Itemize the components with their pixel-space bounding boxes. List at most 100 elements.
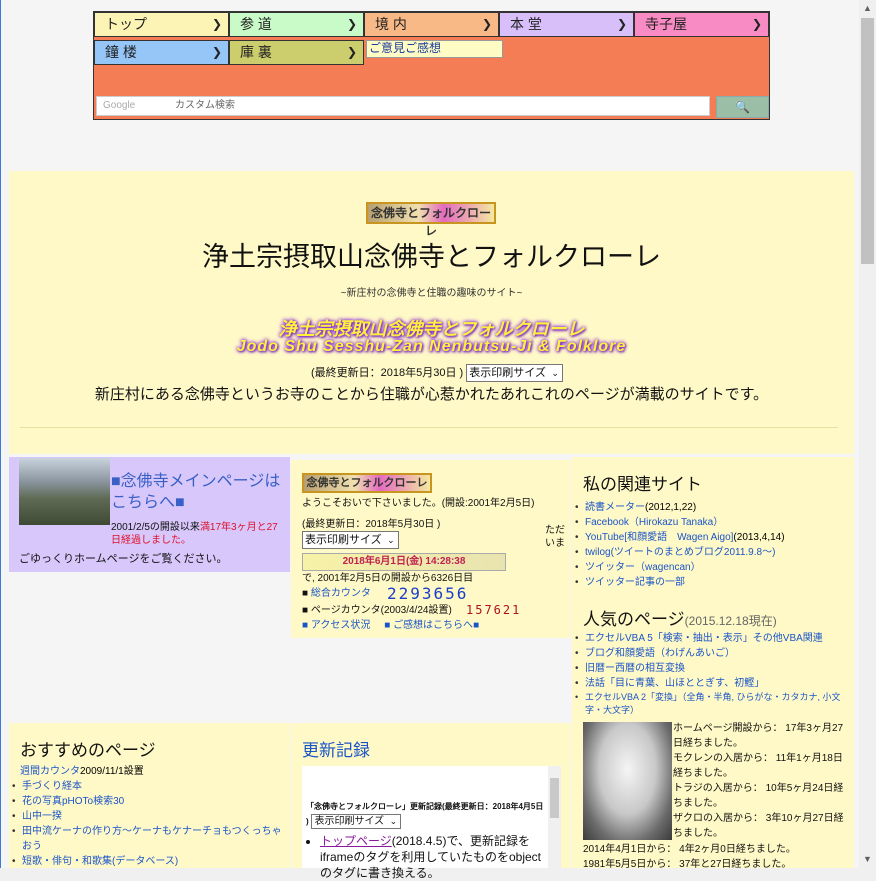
print-size-select[interactable]: 表示印刷サイズ ⌄ — [302, 531, 399, 549]
popular-pages-title: 人気のページ(2015.12.18現在) — [583, 605, 777, 630]
recommended-link[interactable]: 山中一揆 — [22, 811, 62, 822]
recommended-list: 週間カウンタ2009/11/1設置 手づくり経本 花の写真pHOTo検索30 山… — [12, 764, 285, 869]
welcome-text: ごゆっくりホームページをご覧ください。 — [19, 553, 228, 565]
list-item: ツイッター（wagencan） — [574, 560, 852, 575]
current-datetime: 2018年6月1日(金) 14:28:38 — [302, 553, 506, 571]
counter-updated: (最終更新日：2018年5月30日 ) 表示印刷サイズ ⌄ — [302, 518, 532, 549]
print-size-value: 表示印刷サイズ — [305, 534, 382, 546]
popular-title-text: 人気のページ — [583, 610, 685, 629]
last-updated-text: (最終更新日：2018年5月30日 ) — [311, 367, 464, 379]
chevron-down-icon: ❯ — [346, 17, 357, 31]
list-item: 花の写真pHOTo検索30 — [11, 794, 285, 809]
elapsed-line: ザクロの入居から： 3年10ヶ月27日経ちました。 — [673, 813, 844, 839]
related-sites-list: 読書メーター(2012,1,22) Facebook（Hirokazu Tana… — [574, 500, 852, 590]
main-page-link[interactable]: ■念佛寺メインページはこちらへ■ — [111, 471, 286, 513]
recommended-link[interactable]: 手づくり経本 — [22, 781, 82, 792]
search-button[interactable]: 🔍 — [716, 96, 769, 118]
access-status-link[interactable]: アクセス状況 — [311, 620, 371, 631]
nav-select-sando[interactable]: 参 道 ❯ — [229, 12, 364, 37]
update-entry: トップページ(2018.4.5)で、更新記録をiframeのタグを利用していたも… — [320, 833, 546, 881]
google-logo: Google — [103, 100, 136, 111]
popular-link[interactable]: 旧暦ー西暦の相互変換 — [585, 663, 685, 674]
page-scroll-thumb[interactable] — [861, 18, 874, 264]
list-item: 短歌・俳句・和歌集(データベース) — [11, 854, 285, 869]
nav-select-terakoya[interactable]: 寺子屋 ❯ — [634, 12, 769, 37]
divider — [20, 427, 838, 428]
last-updated: (最終更新日：2018年5月30日 ) 表示印刷サイズ ⌄ — [311, 364, 563, 383]
print-size-value: 表示印刷サイズ — [469, 367, 546, 380]
page-subtitle: ~新庄村の念佛寺と住職の趣味のサイト~ — [340, 288, 523, 299]
related-link[interactable]: Facebook（Hirokazu Tanaka） — [585, 517, 723, 528]
feedback-link[interactable]: ご意見ご感想 — [366, 40, 503, 58]
chevron-down-icon: ⌄ — [389, 816, 398, 826]
nav-select-shoro[interactable]: 鐘 楼 ❯ — [94, 40, 229, 65]
total-counter-link[interactable]: 総合カウンタ — [311, 588, 371, 599]
nav-label: 本 堂 — [510, 16, 542, 32]
update-log-scroll-thumb[interactable] — [550, 778, 559, 818]
related-sites-title: 私の関連サイト — [583, 475, 702, 494]
recommended-link[interactable]: 週間カウンタ — [20, 766, 80, 777]
related-link[interactable]: 読書メーター — [585, 502, 645, 513]
chevron-down-icon: ❯ — [751, 17, 762, 31]
popular-link[interactable]: ブログ和顔愛語（わげんあいご） — [585, 648, 735, 659]
nav-label: 鐘 楼 — [105, 44, 137, 60]
nav-label: 参 道 — [240, 16, 272, 32]
recommended-link[interactable]: 花の写真pHOTo検索30 — [22, 796, 124, 807]
nav-select-kuri[interactable]: 庫 裏 ❯ — [229, 40, 364, 65]
recommended-link[interactable]: 田中流ケーナの作り方～ケーナもケナーチョもつくっちゃおう — [22, 826, 282, 852]
counter-tail: ただいま — [545, 525, 565, 549]
popular-link[interactable]: エクセルVBA 5「検索・抽出・表示」その他VBA関連 — [585, 633, 823, 644]
update-list: トップページ(2018.4.5)で、更新記録をiframeのタグを利用していたも… — [306, 833, 546, 881]
nav-select-top[interactable]: トップ ❯ — [94, 12, 229, 37]
nav-menu: トップ ❯ 参 道 ❯ 境 内 ❯ 本 堂 ❯ 寺子屋 ❯ 鐘 楼 ❯ 庫 裏 ❯ ご意見ご感… — [93, 11, 770, 120]
popular-link[interactable]: エクセルVBA 2「変換」（全角・半角, ひらがな・カタカナ, 小文字・大文字） — [585, 692, 841, 715]
related-link[interactable]: ツイッター（wagencan） — [585, 562, 701, 573]
update-log-title[interactable]: 更新記録 — [302, 736, 370, 761]
nav-select-keidai[interactable]: 境 内 ❯ — [364, 12, 499, 37]
chevron-down-icon: ❯ — [211, 45, 222, 59]
print-size-value: 表示印刷サイズ — [314, 816, 385, 827]
list-item: 山中一揆 — [11, 809, 285, 824]
nav-label: 庫 裏 — [240, 44, 272, 60]
list-item: YouTube[和顔愛語 Wagen Aigo](2013,4,14) — [574, 530, 852, 545]
elapsed-line: 2014年4月1日から： 4年2ヶ月0日経ちました。 — [583, 844, 796, 855]
related-link[interactable]: YouTube[和顔愛語 Wagen Aigo] — [585, 532, 733, 543]
elapsed-text: 2001/2/5の開設以来満17年3ヶ月と27日経過しました。 — [111, 521, 286, 547]
recommended-link[interactable]: 短歌・俳句・和歌集(データベース) — [22, 856, 178, 867]
popular-link[interactable]: 法話「目に青葉、山ほととぎす、初鰹」 — [585, 678, 764, 689]
nav-label: 境 内 — [375, 16, 407, 32]
search-placeholder: カスタム検索 — [175, 100, 235, 111]
elapsed-line: ホームページ開設から： 17年3ヶ月27日経ちました。 — [673, 723, 844, 749]
related-link[interactable]: twilog(ツイートのまとめブログ2011.9.8～) — [585, 547, 775, 558]
scroll-down-icon[interactable]: ▼ — [859, 851, 876, 868]
elapsed-line: トラジの入居から： 10年5ヶ月24日経ちました。 — [673, 783, 844, 809]
elapsed-line: 1981年5月5日から： 37年と27日経ちました。 — [583, 859, 792, 870]
opened-text: 2001/2/5の開設以来 — [111, 522, 200, 533]
site-logo[interactable]: 念佛寺とフォルクローレ — [366, 202, 496, 238]
search-input[interactable]: Google カスタム検索 — [96, 96, 710, 116]
chevron-down-icon: ❯ — [616, 17, 627, 31]
page-counter-label: ■ ページカウンタ(2003/4/24設置) — [302, 605, 452, 616]
feedback-link-2[interactable]: ご感想はこちらへ — [393, 620, 473, 631]
scroll-up-icon[interactable]: ▲ — [859, 0, 876, 17]
print-size-select[interactable]: 表示印刷サイズ ⌄ — [466, 364, 563, 383]
counter-welcome: ようこそおいで下さいました。(開設:2001年2月5日) — [302, 498, 535, 509]
related-note: (2012,1,22) — [645, 502, 697, 513]
page-title: 浄土宗摂取山念佛寺とフォルクローレ — [202, 242, 661, 272]
temple-photo[interactable] — [19, 458, 110, 525]
list-item: 読書メーター(2012,1,22) — [574, 500, 852, 515]
list-item: Facebook（Hirokazu Tanaka） — [574, 515, 852, 530]
list-item: ツイッター記事の一部 — [574, 575, 852, 590]
list-item: エクセルVBA 2「変換」（全角・半角, ひらがな・カタカナ, 小文字・大文字） — [574, 691, 852, 717]
cat-elapsed: ホームページ開設から： 17年3ヶ月27日経ちました。 モクレンの入居から： 1… — [673, 721, 849, 841]
nav-select-hondo[interactable]: 本 堂 ❯ — [499, 12, 634, 37]
related-link[interactable]: ツイッター記事の一部 — [585, 577, 685, 588]
counter-logo: 念佛寺とフォルクローレ — [302, 473, 432, 493]
print-size-select[interactable]: 表示印刷サイズ ⌄ — [311, 814, 402, 829]
counter-links: ■ アクセス状況 ■ ご感想はこちらへ■ — [302, 620, 480, 631]
total-counter-label: ■ 総合カウンタ — [302, 588, 371, 599]
top-page-link[interactable]: トップページ — [320, 834, 392, 848]
total-counter-value: 2293656 — [387, 584, 469, 603]
list-item: twilog(ツイートのまとめブログ2011.9.8～) — [574, 545, 852, 560]
list-item: 法話「目に青葉、山ほととぎす、初鰹」 — [574, 676, 852, 691]
